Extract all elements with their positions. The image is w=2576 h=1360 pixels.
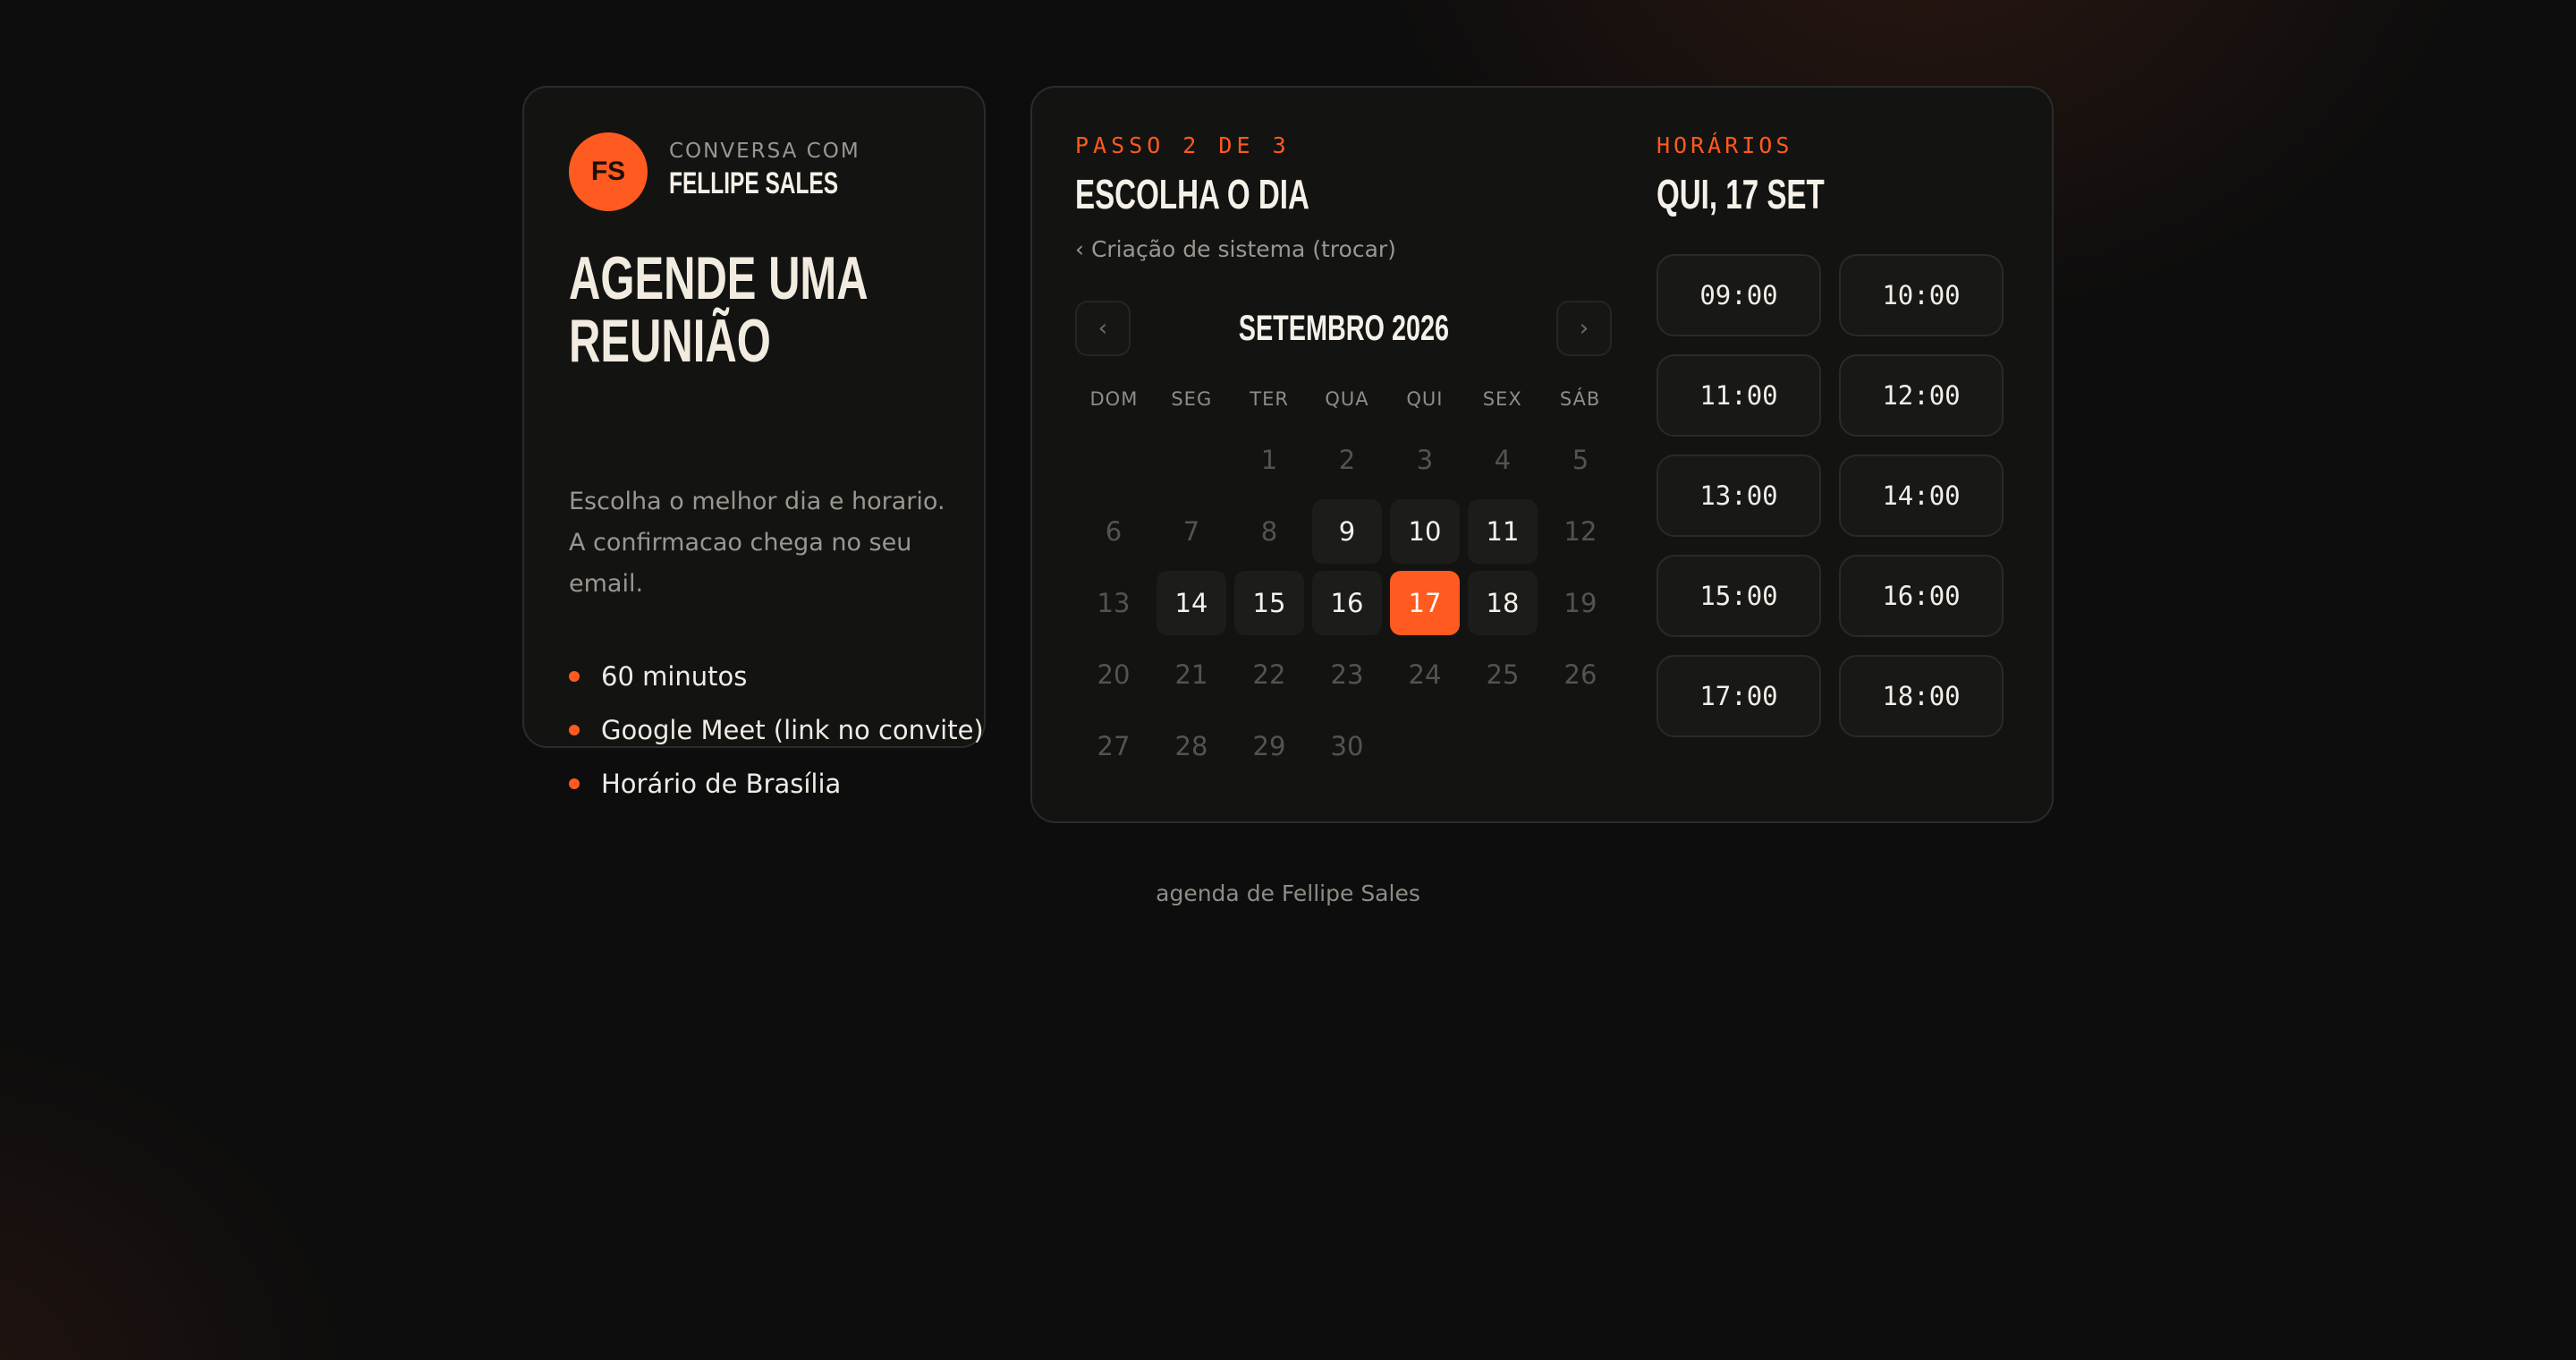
calendar-day: 22 xyxy=(1252,659,1286,690)
page-title-line-1: AGENDE UMA xyxy=(569,244,869,312)
time-slot-button[interactable]: 11:00 xyxy=(1657,354,1821,437)
time-slot-button[interactable]: 12:00 xyxy=(1839,354,2004,437)
page-title-line-2: REUNIÃO xyxy=(569,307,771,375)
page-title: AGENDE UMA REUNIÃO xyxy=(569,247,929,372)
chevron-left-icon: ‹ xyxy=(1097,315,1108,342)
calendar-day-selected[interactable]: 17 xyxy=(1390,571,1460,635)
calendar-day[interactable]: 15 xyxy=(1234,571,1304,635)
calendar-day: 21 xyxy=(1174,659,1208,690)
next-month-button[interactable]: › xyxy=(1556,301,1612,356)
feature-location: Google Meet (link no convite) xyxy=(569,703,984,757)
avatar: FS xyxy=(569,132,648,211)
calendar-days-grid: 1 2 3 4 5 6 7 8 9 10 11 12 13 14 15 16 17 18 19 20 21 22 23 24 2… xyxy=(1079,428,1623,778)
calendar-day[interactable]: 18 xyxy=(1468,571,1538,635)
bullet-dot-icon xyxy=(569,778,580,789)
feature-label: Google Meet (link no convite) xyxy=(601,715,984,745)
time-slot-button[interactable]: 13:00 xyxy=(1657,455,1821,537)
calendar-day: 29 xyxy=(1252,731,1286,761)
calendar-day: 27 xyxy=(1097,731,1131,761)
calendar-day[interactable]: 9 xyxy=(1312,499,1382,564)
weekday-header: DOM SEG TER QUA QUI SEX SÁB xyxy=(1075,388,1619,410)
host-info-card: FS CONVERSA COM FELLIPE SALES AGENDE UMA… xyxy=(522,86,986,799)
calendar-day-empty xyxy=(1079,428,1148,492)
calendar-day: 1 xyxy=(1260,445,1278,475)
footer-credit: agenda de Fellipe Sales xyxy=(1156,880,1420,906)
calendar-day[interactable]: 10 xyxy=(1390,499,1460,564)
weekday-label: SEX xyxy=(1482,388,1522,410)
weekday-label: QUI xyxy=(1406,388,1444,410)
feature-list: 60 minutos Google Meet (link no convite)… xyxy=(569,650,984,811)
time-slot-button[interactable]: 18:00 xyxy=(1839,655,2004,737)
weekday-label: QUA xyxy=(1325,388,1369,410)
time-slots-grid: 09:00 10:00 11:00 12:00 13:00 14:00 15:00 16:00… xyxy=(1657,254,2004,737)
calendar-day: 8 xyxy=(1260,516,1278,547)
intro-description: Escolha o melhor dia e horario. A confir… xyxy=(569,488,945,598)
calendar-day[interactable]: 11 xyxy=(1468,499,1538,564)
weekday-label: TER xyxy=(1250,388,1289,410)
calendar-day: 30 xyxy=(1330,731,1364,761)
calendar-day[interactable]: 14 xyxy=(1157,571,1226,635)
calendar-day: 13 xyxy=(1097,588,1131,618)
calendar-day: 20 xyxy=(1097,659,1131,690)
feature-label: 60 minutos xyxy=(601,661,748,692)
scheduler-card: PASSO 2 DE 3 ESCOLHA O DIA ‹ Criação de … xyxy=(1030,86,2054,823)
calendar-day: 2 xyxy=(1338,445,1356,475)
time-slot-button[interactable]: 17:00 xyxy=(1657,655,1821,737)
times-label: HORÁRIOS xyxy=(1657,132,1793,158)
change-service-link[interactable]: ‹ Criação de sistema (trocar) xyxy=(1075,236,1396,262)
prev-month-button[interactable]: ‹ xyxy=(1075,301,1131,356)
time-slot-button[interactable]: 09:00 xyxy=(1657,254,1821,336)
calendar-day: 24 xyxy=(1408,659,1442,690)
calendar-day: 28 xyxy=(1174,731,1208,761)
calendar-day: 6 xyxy=(1105,516,1123,547)
calendar-day[interactable]: 16 xyxy=(1312,571,1382,635)
month-label-wrap: SETEMBRO 2026 xyxy=(1131,308,1556,349)
calendar-day: 3 xyxy=(1416,445,1434,475)
month-label: SETEMBRO 2026 xyxy=(1238,308,1449,348)
weekday-label: SEG xyxy=(1171,388,1213,410)
time-slot-button[interactable]: 10:00 xyxy=(1839,254,2004,336)
bullet-dot-icon xyxy=(569,671,580,682)
feature-duration: 60 minutos xyxy=(569,650,984,703)
selected-date-title: QUI, 17 SET xyxy=(1657,171,1825,217)
calendar-day: 12 xyxy=(1563,516,1597,547)
calendar-day: 26 xyxy=(1563,659,1597,690)
weekday-label: DOM xyxy=(1089,388,1139,410)
calendar-day: 25 xyxy=(1486,659,1520,690)
chevron-right-icon: › xyxy=(1579,315,1589,342)
host-name: FELLIPE SALES xyxy=(669,166,839,200)
calendar-day: 7 xyxy=(1182,516,1200,547)
host-pre-label: CONVERSA COM xyxy=(669,140,860,163)
step-indicator: PASSO 2 DE 3 xyxy=(1075,132,1291,158)
feature-timezone: Horário de Brasília xyxy=(569,757,984,811)
calendar-day-empty xyxy=(1157,428,1226,492)
calendar-day: 23 xyxy=(1330,659,1364,690)
calendar-day: 4 xyxy=(1494,445,1512,475)
feature-label: Horário de Brasília xyxy=(601,769,842,799)
calendar-day: 5 xyxy=(1572,445,1589,475)
time-slot-button[interactable]: 14:00 xyxy=(1839,455,2004,537)
time-slot-button[interactable]: 15:00 xyxy=(1657,555,1821,637)
bullet-dot-icon xyxy=(569,725,580,735)
calendar-title: ESCOLHA O DIA xyxy=(1075,171,1309,217)
calendar-day: 19 xyxy=(1563,588,1597,618)
time-slot-button[interactable]: 16:00 xyxy=(1839,555,2004,637)
weekday-label: SÁB xyxy=(1559,388,1601,410)
